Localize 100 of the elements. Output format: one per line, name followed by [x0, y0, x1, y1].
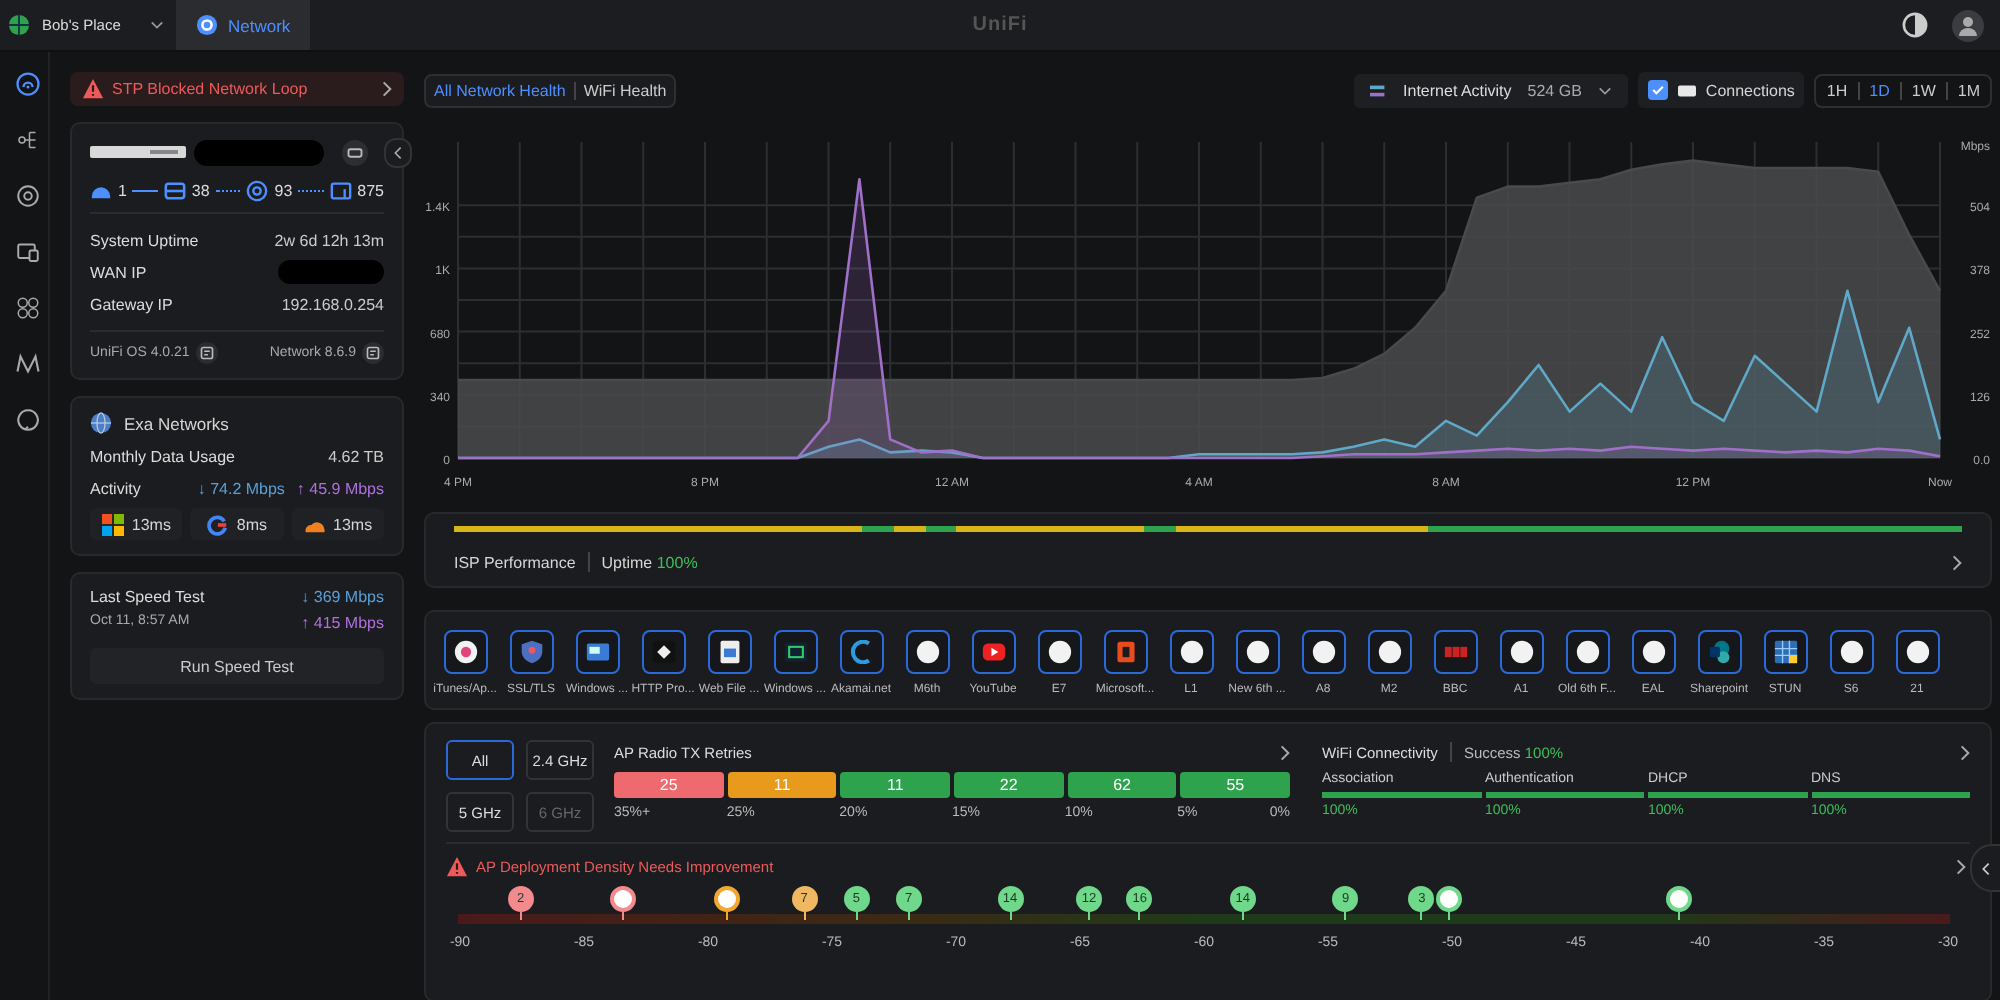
range-tab[interactable]: 1H: [1824, 81, 1850, 99]
globe-icon: [8, 14, 30, 36]
stat-label: Monthly Data Usage: [90, 447, 235, 465]
app-tile[interactable]: [509, 630, 553, 674]
health-tab[interactable]: WiFi Health: [583, 81, 667, 99]
app-tile[interactable]: [839, 630, 883, 674]
app-tile[interactable]: [1169, 630, 1213, 674]
insights-icon[interactable]: [16, 352, 40, 376]
app-tile[interactable]: [905, 630, 949, 674]
circle-icon: [1311, 640, 1335, 664]
latency-chip: 13ms: [291, 508, 384, 540]
app-tile[interactable]: [443, 630, 487, 674]
latency-chip: 8ms: [190, 508, 284, 540]
circle-icon: [1905, 640, 1929, 664]
warning-icon: [446, 855, 468, 877]
app-tab[interactable]: Network: [176, 0, 311, 50]
app-tile[interactable]: [1829, 630, 1873, 674]
uptime-label: Uptime 100%: [601, 553, 698, 571]
stat-value: 192.168.0.254: [281, 295, 384, 313]
chevron-icon[interactable]: [1960, 743, 1970, 761]
app-tile[interactable]: [1235, 630, 1279, 674]
circle-icon: [1245, 640, 1269, 664]
chevron-icon[interactable]: [1956, 857, 1966, 875]
chevron-icon[interactable]: [1280, 743, 1290, 761]
app-tile[interactable]: [1037, 630, 1081, 674]
circle-icon: [915, 640, 939, 664]
retry-bar: 55: [1180, 772, 1291, 798]
apps-icon[interactable]: [16, 296, 40, 320]
app-tile[interactable]: [1697, 630, 1741, 674]
app-tile[interactable]: [1763, 630, 1807, 674]
collapse-handle[interactable]: [1970, 844, 2000, 892]
collapse-handle[interactable]: [384, 138, 412, 168]
app-tile[interactable]: [773, 630, 817, 674]
isp-name: Exa Networks: [124, 413, 229, 433]
app-tile[interactable]: [1631, 630, 1675, 674]
ap-pin[interactable]: [610, 886, 637, 912]
isp-performance-card[interactable]: ISP Performance Uptime 100%: [424, 512, 1992, 588]
circles-icon: [1707, 640, 1731, 664]
monitor-icon: [783, 640, 807, 664]
count-value: 93: [274, 182, 293, 200]
connections-checkbox[interactable]: [1647, 80, 1668, 100]
chevron-icon: [382, 80, 392, 98]
bar-legend-icon: [1677, 81, 1696, 99]
app-tile[interactable]: [575, 630, 619, 674]
ap-icon: [246, 180, 269, 202]
app-tile[interactable]: [971, 630, 1015, 674]
stat-value: 2w 6d 12h 13m: [274, 231, 384, 249]
app-tile[interactable]: [1895, 630, 1939, 674]
arc-icon: [849, 640, 873, 664]
stat-label: Activity: [90, 479, 141, 497]
release-notes-icon[interactable]: [362, 342, 384, 364]
app-tile[interactable]: [1103, 630, 1147, 674]
dashboard-icon[interactable]: [16, 72, 40, 96]
clients-icon[interactable]: [16, 240, 40, 264]
circle-icon: [1839, 640, 1863, 664]
count-value: 38: [191, 182, 210, 200]
range-tab[interactable]: 1W: [1909, 81, 1938, 99]
circle-icon: [1047, 640, 1071, 664]
retry-bar: 22: [954, 772, 1064, 798]
stat-label: WAN IP: [90, 263, 147, 281]
health-tab[interactable]: All Network Health: [434, 81, 566, 99]
checkbox-label: Connections: [1705, 81, 1795, 99]
app-tile[interactable]: [1433, 630, 1477, 674]
redaction-mark: [278, 260, 384, 284]
office-icon: [1113, 640, 1137, 664]
avatar-icon[interactable]: [1952, 9, 1984, 41]
theme-icon[interactable]: [1902, 12, 1928, 38]
windows-logo-icon: [101, 513, 124, 535]
play-icon: [981, 640, 1005, 664]
ap-pin[interactable]: [1435, 886, 1462, 912]
release-notes-icon[interactable]: [195, 342, 218, 364]
grid-icon: [1773, 640, 1797, 664]
app-tile[interactable]: [641, 630, 685, 674]
app-tile[interactable]: [1499, 630, 1543, 674]
run-speed-test-button[interactable]: Run Speed Test: [90, 648, 384, 684]
metric-dropdown[interactable]: Internet Activity 524 GB: [1353, 73, 1628, 107]
chevron-icon: [1952, 553, 1962, 571]
upload-rate: ↑ 415 Mbps: [301, 614, 384, 632]
music-note-icon: [453, 640, 477, 664]
app-tile[interactable]: [1367, 630, 1411, 674]
count-value: 1: [118, 182, 127, 200]
range-tab[interactable]: 1M: [1955, 81, 1982, 99]
document-icon: [717, 640, 741, 664]
ap-pin[interactable]: [713, 886, 740, 912]
ap-pin[interactable]: [1665, 886, 1692, 912]
caret-icon: [1597, 85, 1612, 95]
device-icon[interactable]: [342, 139, 368, 165]
devices-icon[interactable]: [16, 184, 40, 208]
alert-banner[interactable]: STP Blocked Network Loop: [70, 72, 404, 106]
stat-label: Last Speed Test: [90, 588, 205, 606]
stat-label: Gateway IP: [90, 295, 173, 313]
retry-bar: 11: [727, 772, 837, 798]
retry-bar: 11: [840, 772, 951, 798]
app-tile[interactable]: [1301, 630, 1345, 674]
app-tile[interactable]: [707, 630, 751, 674]
app-tile[interactable]: [1565, 630, 1609, 674]
range-tab[interactable]: 1D: [1867, 81, 1892, 99]
topology-icon[interactable]: [16, 128, 40, 152]
retry-bar: 62: [1067, 772, 1177, 798]
legend-icon: [1369, 81, 1388, 99]
